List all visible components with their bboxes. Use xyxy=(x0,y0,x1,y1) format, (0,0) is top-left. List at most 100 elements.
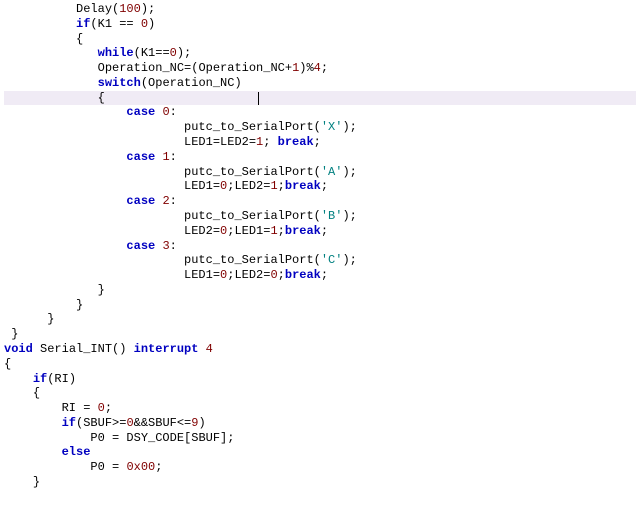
code-token: putc_to_SerialPort( xyxy=(184,165,321,179)
code-line[interactable]: if(K1 == 0) xyxy=(4,17,636,32)
code-token: void xyxy=(4,342,33,356)
code-token: 4 xyxy=(314,61,321,75)
code-token: 'A' xyxy=(321,165,343,179)
code-token: break xyxy=(278,135,314,149)
code-line[interactable]: case 0: xyxy=(4,105,636,120)
code-line[interactable]: } xyxy=(4,475,636,490)
code-line[interactable]: if(SBUF>=0&&SBUF<=9) xyxy=(4,416,636,431)
code-token: 1 xyxy=(270,224,277,238)
code-token: (SBUF>= xyxy=(76,416,126,430)
code-line[interactable]: { xyxy=(4,91,636,106)
code-token: break xyxy=(285,179,321,193)
code-token: (K1== xyxy=(134,46,170,60)
code-token: } xyxy=(47,312,54,326)
code-token: 3 xyxy=(162,239,169,253)
code-line[interactable]: if(RI) xyxy=(4,372,636,387)
code-line[interactable]: P0 = 0x00; xyxy=(4,460,636,475)
code-token: 0 xyxy=(170,46,177,60)
code-token: ; xyxy=(278,224,285,238)
code-token: ); xyxy=(342,209,356,223)
code-line[interactable]: Delay(100); xyxy=(4,2,636,17)
code-line[interactable]: } xyxy=(4,312,636,327)
code-token: interrupt xyxy=(134,342,199,356)
code-line[interactable]: putc_to_SerialPort('X'); xyxy=(4,120,636,135)
text-caret xyxy=(258,92,259,105)
code-token: break xyxy=(285,268,321,282)
code-editor-viewport[interactable]: Delay(100); if(K1 == 0) { while(K1==0); … xyxy=(0,0,640,492)
code-token: : xyxy=(170,194,177,208)
code-line[interactable]: { xyxy=(4,32,636,47)
code-token: 4 xyxy=(206,342,213,356)
code-token: 0x00 xyxy=(126,460,155,474)
code-line[interactable]: else xyxy=(4,445,636,460)
code-line[interactable]: switch(Operation_NC) xyxy=(4,76,636,91)
code-token: (Operation_NC) xyxy=(141,76,242,90)
code-token: switch xyxy=(98,76,141,90)
code-token: ); xyxy=(342,120,356,134)
code-token: &&SBUF<= xyxy=(134,416,192,430)
code-line[interactable]: putc_to_SerialPort('B'); xyxy=(4,209,636,224)
code-token: 0 xyxy=(126,416,133,430)
code-token: ; xyxy=(321,268,328,282)
code-token: case xyxy=(126,150,155,164)
code-line[interactable]: P0 = DSY_CODE[SBUF]; xyxy=(4,431,636,446)
code-token: RI = xyxy=(62,401,98,415)
code-token: 0 xyxy=(270,268,277,282)
code-line[interactable]: case 2: xyxy=(4,194,636,209)
code-line[interactable]: LED1=LED2=1; break; xyxy=(4,135,636,150)
code-token: if xyxy=(33,372,47,386)
code-token: ; xyxy=(321,179,328,193)
code-token: if xyxy=(62,416,76,430)
code-token: ; xyxy=(278,179,285,193)
code-line[interactable]: putc_to_SerialPort('C'); xyxy=(4,253,636,268)
code-line[interactable]: { xyxy=(4,386,636,401)
code-token: break xyxy=(285,224,321,238)
code-line[interactable]: LED1=0;LED2=1;break; xyxy=(4,179,636,194)
code-line[interactable]: case 1: xyxy=(4,150,636,165)
code-token: case xyxy=(126,194,155,208)
code-line[interactable]: Operation_NC=(Operation_NC+1)%4; xyxy=(4,61,636,76)
code-token: case xyxy=(126,239,155,253)
code-token: case xyxy=(126,105,155,119)
code-token: ;LED1= xyxy=(227,224,270,238)
code-token: (RI) xyxy=(47,372,76,386)
code-token: putc_to_SerialPort( xyxy=(184,253,321,267)
code-line[interactable]: LED2=0;LED1=1;break; xyxy=(4,224,636,239)
code-token: ); xyxy=(141,2,155,16)
code-token: 0 xyxy=(162,105,169,119)
code-token: : xyxy=(170,105,177,119)
code-token: LED1= xyxy=(184,268,220,282)
code-token: ); xyxy=(342,253,356,267)
code-token xyxy=(198,342,205,356)
code-token: } xyxy=(11,327,18,341)
code-line[interactable]: RI = 0; xyxy=(4,401,636,416)
code-line[interactable]: case 3: xyxy=(4,239,636,254)
code-line[interactable]: { xyxy=(4,357,636,372)
code-token: { xyxy=(76,32,83,46)
code-line[interactable]: } xyxy=(4,327,636,342)
code-token: ; xyxy=(263,135,277,149)
code-token: ;LED2= xyxy=(227,268,270,282)
code-token: Operation_NC=(Operation_NC+ xyxy=(98,61,292,75)
code-token: putc_to_SerialPort( xyxy=(184,209,321,223)
code-token: Delay xyxy=(76,2,112,16)
code-token: ; xyxy=(155,460,162,474)
code-token: 1 xyxy=(270,179,277,193)
code-token: ; xyxy=(321,61,328,75)
code-token: LED1= xyxy=(184,179,220,193)
code-line[interactable]: LED1=0;LED2=0;break; xyxy=(4,268,636,283)
code-token: } xyxy=(98,283,105,297)
code-line[interactable]: while(K1==0); xyxy=(4,46,636,61)
code-token: ); xyxy=(342,165,356,179)
code-line[interactable]: void Serial_INT() interrupt 4 xyxy=(4,342,636,357)
code-line[interactable]: } xyxy=(4,283,636,298)
code-line[interactable]: putc_to_SerialPort('A'); xyxy=(4,165,636,180)
code-token: 2 xyxy=(162,194,169,208)
code-token: LED2= xyxy=(184,224,220,238)
code-token: 'B' xyxy=(321,209,343,223)
code-line[interactable]: } xyxy=(4,298,636,313)
code-token: 0 xyxy=(98,401,105,415)
code-token: 'C' xyxy=(321,253,343,267)
code-token: else xyxy=(62,445,91,459)
code-token: 0 xyxy=(141,17,148,31)
